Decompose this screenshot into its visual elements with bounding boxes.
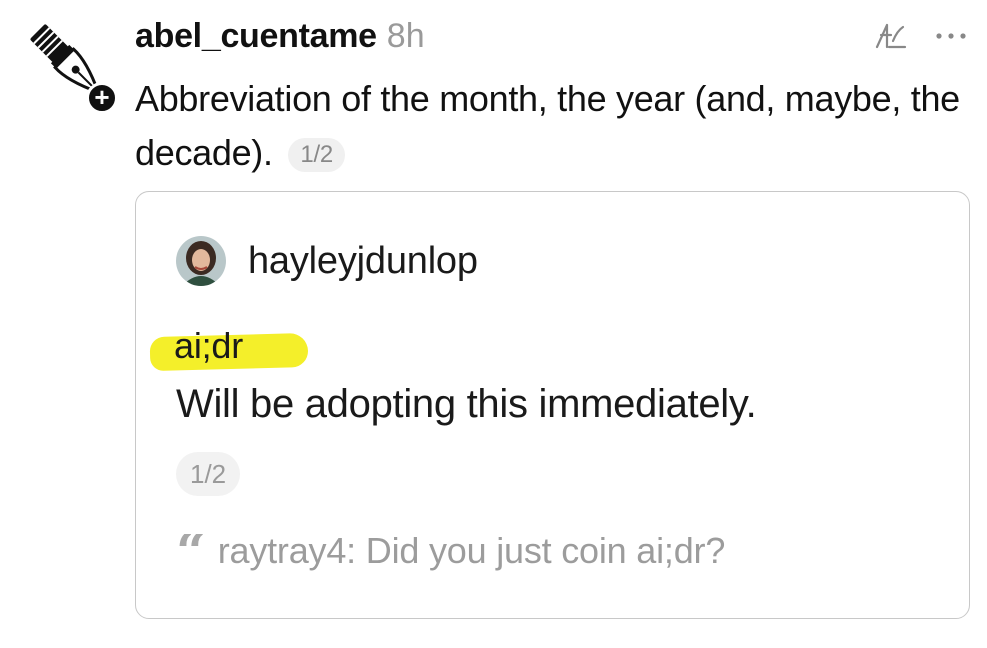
quoted-post-text: Will be adopting this immediately.: [176, 382, 757, 426]
follow-button[interactable]: +: [86, 82, 118, 114]
post-text-content: Abbreviation of the month, the year (and…: [135, 78, 960, 173]
quoted-reply-text: raytray4: Did you just coin ai;dr?: [217, 530, 726, 571]
quoted-post-card[interactable]: hayleyjdunlop ai;dr Will be adopting thi…: [135, 191, 970, 619]
quoted-post-author: hayleyjdunlop: [176, 236, 478, 286]
quoted-thread-pager: 1/2: [176, 452, 241, 496]
thread-pager[interactable]: 1/2: [288, 138, 345, 173]
post-text: Abbreviation of the month, the year (and…: [135, 72, 965, 180]
username[interactable]: abel_cuentame: [135, 17, 377, 56]
quote-icon: “: [176, 534, 206, 568]
translate-button[interactable]: [873, 21, 909, 51]
post: + abel_cuentame 8h Abbreviation of the m…: [0, 0, 987, 648]
highlighted-word: ai;dr: [174, 325, 244, 366]
quoted-post-username[interactable]: hayleyjdunlop: [248, 240, 478, 283]
quoted-post-avatar[interactable]: [176, 236, 226, 286]
header-actions: [873, 21, 967, 51]
person-avatar-icon: [176, 236, 226, 286]
translate-icon: [875, 23, 907, 49]
post-header: abel_cuentame 8h: [135, 14, 967, 58]
plus-icon: +: [94, 82, 110, 112]
highlighted-text: ai;dr: [149, 325, 309, 372]
more-options-icon: [936, 33, 966, 39]
quoted-reply: “ raytray4: Did you just coin ai;dr?: [176, 530, 725, 572]
more-options-button[interactable]: [935, 31, 967, 41]
timestamp: 8h: [386, 16, 425, 55]
